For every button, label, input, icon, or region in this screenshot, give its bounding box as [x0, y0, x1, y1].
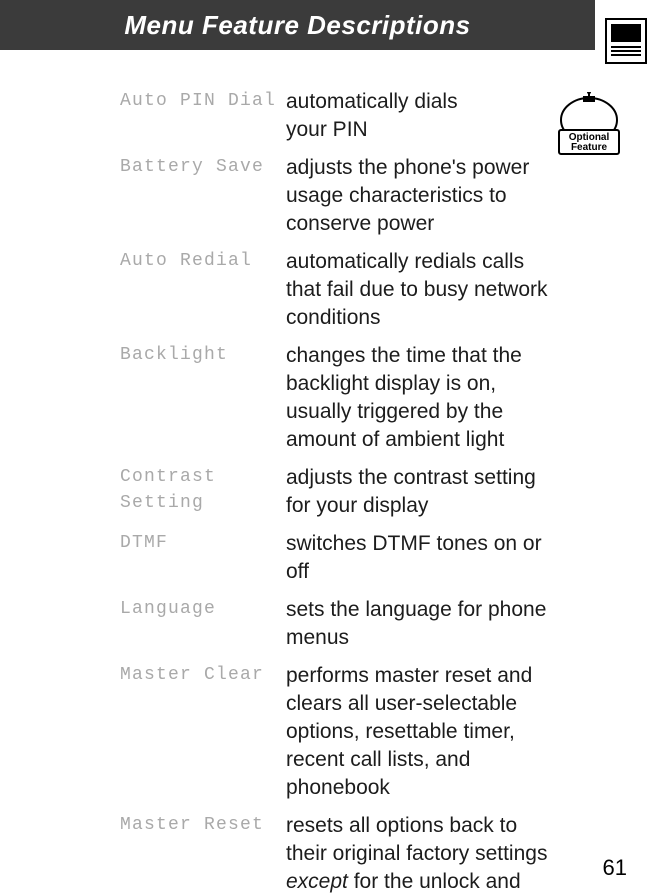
page-number: 61 — [603, 855, 627, 881]
feature-desc: adjusts the contrast setting for your di… — [286, 464, 627, 520]
table-row: Backlight changes the time that the back… — [120, 342, 627, 454]
book-icon — [605, 18, 647, 64]
feature-desc: automatically redials calls that fail du… — [286, 248, 627, 332]
table-row: Auto PIN Dial automatically dials your P… — [120, 88, 627, 144]
table-row: Battery Save adjusts the phone's power u… — [120, 154, 627, 238]
table-row: Auto Redial automatically redials calls … — [120, 248, 627, 332]
feature-term: DTMF — [120, 530, 286, 586]
page-header: Menu Feature Descriptions — [0, 0, 595, 50]
feature-term: Contrast Setting — [120, 464, 286, 520]
feature-desc: adjusts the phone's power usage characte… — [286, 154, 627, 238]
feature-term: Language — [120, 596, 286, 652]
feature-desc: switches DTMF tones on or off — [286, 530, 627, 586]
table-row: Master Reset resets all options back to … — [120, 812, 627, 895]
table-row: Contrast Setting adjusts the contrast se… — [120, 464, 627, 520]
feature-desc: changes the time that the backlight disp… — [286, 342, 627, 454]
feature-desc: sets the language for phone menus — [286, 596, 627, 652]
feature-term: Master Clear — [120, 662, 286, 802]
feature-term: Auto Redial — [120, 248, 286, 332]
table-row: Language sets the language for phone men… — [120, 596, 627, 652]
feature-desc: resets all options back to their origina… — [286, 812, 627, 895]
feature-desc: automatically dials your PIN — [286, 88, 627, 144]
page-title: Menu Feature Descriptions — [124, 10, 470, 41]
feature-desc: performs master reset and clears all use… — [286, 662, 627, 802]
feature-term: Auto PIN Dial — [120, 88, 286, 144]
feature-term: Battery Save — [120, 154, 286, 238]
table-row: Master Clear performs master reset and c… — [120, 662, 627, 802]
feature-term: Master Reset — [120, 812, 286, 895]
table-row: DTMF switches DTMF tones on or off — [120, 530, 627, 586]
feature-table: Auto PIN Dial automatically dials your P… — [120, 88, 627, 895]
feature-term: Backlight — [120, 342, 286, 454]
